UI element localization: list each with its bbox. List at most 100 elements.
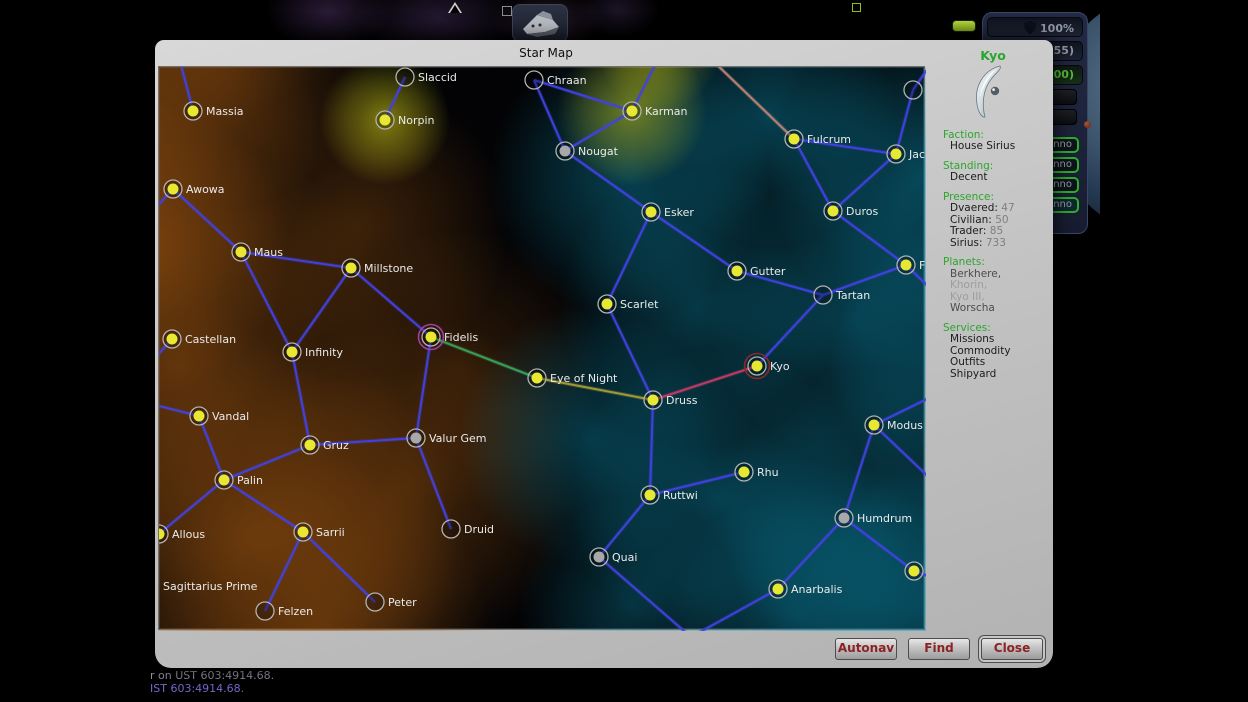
system-Gutter[interactable]: Gutter [728, 262, 786, 280]
system-label: Nougat [578, 145, 619, 158]
planets-label: Planets: [943, 257, 1049, 269]
system-label: Anarbalis [791, 583, 843, 596]
system-Slaccid[interactable]: Slaccid [396, 68, 457, 86]
system-F[interactable]: F [897, 256, 925, 274]
target-square-icon [852, 3, 861, 12]
system-Castellan[interactable]: Castellan [163, 330, 236, 348]
ship-icon [513, 5, 567, 41]
system-Norpin[interactable]: Norpin [376, 111, 435, 129]
system-unnamed-2[interactable] [905, 562, 923, 580]
selected-system-name: Kyo [937, 50, 1049, 62]
system-Druid[interactable]: Druid [442, 520, 494, 538]
system-star [869, 420, 880, 431]
system-label: Gutter [750, 265, 786, 278]
message-log: r on UST 603:4914.68.JST 603:4914.68. [150, 669, 274, 692]
system-label: Gruz [323, 439, 349, 452]
system-Druss[interactable]: Druss [644, 391, 698, 409]
system-Chraan[interactable]: Chraan [525, 71, 587, 89]
system-star [828, 206, 839, 217]
system-label: Awowa [186, 183, 225, 196]
system-star [426, 332, 437, 343]
service-item: Missions [950, 334, 1049, 346]
system-Rhu[interactable]: Rhu [735, 463, 779, 481]
system-ValurGem[interactable]: Valur Gem [407, 429, 486, 447]
game-viewport: 100% (518) 55) 00) nnonnonnonno r on UST… [148, 0, 1100, 692]
dialog-title: Star Map [155, 46, 937, 60]
target-ship-box [512, 4, 568, 42]
system-Ruttwi[interactable]: Ruttwi [641, 486, 698, 504]
system-label: Humdrum [857, 512, 912, 525]
system-label: Norpin [398, 114, 435, 127]
system-label: Slaccid [418, 71, 457, 84]
system-SagittariusPrime[interactable]: Sagittarius Prime [163, 580, 258, 593]
system-Millstone[interactable]: Millstone [342, 259, 413, 277]
system-label: Peter [388, 596, 417, 609]
system-star [236, 247, 247, 258]
system-Nougat[interactable]: Nougat [556, 142, 619, 160]
system-star [194, 411, 205, 422]
system-Infinity[interactable]: Infinity [283, 343, 343, 361]
system-unnamed-1[interactable] [904, 81, 922, 99]
service-item: Outfits [950, 357, 1049, 369]
system-Palin[interactable]: Palin [215, 471, 263, 489]
system-Peter[interactable]: Peter [366, 593, 417, 611]
close-button[interactable]: Close [981, 638, 1043, 660]
system-star [891, 149, 902, 160]
service-item: Shipyard [950, 369, 1049, 381]
system-Massia[interactable]: Massia [184, 102, 244, 120]
system-Fulcrum[interactable]: Fulcrum [785, 130, 851, 148]
system-Sarrii[interactable]: Sarrii [294, 523, 345, 541]
system-Anarbalis[interactable]: Anarbalis [769, 580, 843, 598]
system-Allous[interactable]: Allous [159, 525, 205, 543]
system-ring [525, 71, 543, 89]
system-Gruz[interactable]: Gruz [301, 436, 349, 454]
system-star [594, 552, 605, 563]
system-Esker[interactable]: Esker [642, 203, 694, 221]
system-Awowa[interactable]: Awowa [164, 180, 225, 198]
system-star [732, 266, 743, 277]
system-Scarlet[interactable]: Scarlet [598, 295, 659, 313]
system-label: Vandal [212, 410, 249, 423]
system-star [287, 347, 298, 358]
system-label: Jac [908, 148, 925, 161]
system-Duros[interactable]: Duros [824, 202, 878, 220]
planet-name: Khorin, [950, 280, 1049, 292]
system-label: Kyo [770, 360, 790, 373]
system-ModusM[interactable]: Modus M [865, 416, 926, 434]
system-Maus[interactable]: Maus [232, 243, 283, 261]
system-star [752, 361, 763, 372]
services-list: MissionsCommodityOutfitsShipyard [937, 334, 1049, 380]
system-Humdrum[interactable]: Humdrum [835, 509, 912, 527]
system-star [909, 566, 920, 577]
system-EyeOfNight[interactable]: Eye of Night [528, 369, 618, 387]
autonav-button[interactable]: Autonav [835, 638, 897, 660]
find-button[interactable]: Find [908, 638, 970, 660]
square-marker-icon [502, 6, 512, 16]
system-star [645, 490, 656, 501]
system-star [739, 467, 750, 478]
nebula-layer [159, 67, 926, 631]
system-star [602, 299, 613, 310]
system-ring [366, 593, 384, 611]
system-label: Massia [206, 105, 244, 118]
system-star [346, 263, 357, 274]
system-star [298, 527, 309, 538]
triangle-marker-icon [448, 2, 462, 13]
system-star [648, 395, 659, 406]
system-Karman[interactable]: Karman [623, 102, 688, 120]
system-label: Infinity [305, 346, 343, 359]
system-label: Maus [254, 246, 283, 259]
system-Felzen[interactable]: Felzen [256, 602, 313, 620]
system-label: Modus M [887, 419, 926, 432]
system-Vandal[interactable]: Vandal [190, 407, 249, 425]
system-Quai[interactable]: Quai [590, 548, 637, 566]
system-label: Druid [464, 523, 494, 536]
system-star [188, 106, 199, 117]
star-map[interactable]: Massia Norpin Slaccid Chraan Karman Nougat Ful… [158, 66, 925, 630]
system-star [532, 373, 543, 384]
system-star [560, 146, 571, 157]
presence-list: Dvaered: 47Civilian: 50Trader: 85Sirius:… [937, 203, 1049, 249]
system-label: Felzen [278, 605, 313, 618]
system-label: Palin [237, 474, 263, 487]
system-Tartan[interactable]: Tartan [814, 286, 870, 304]
